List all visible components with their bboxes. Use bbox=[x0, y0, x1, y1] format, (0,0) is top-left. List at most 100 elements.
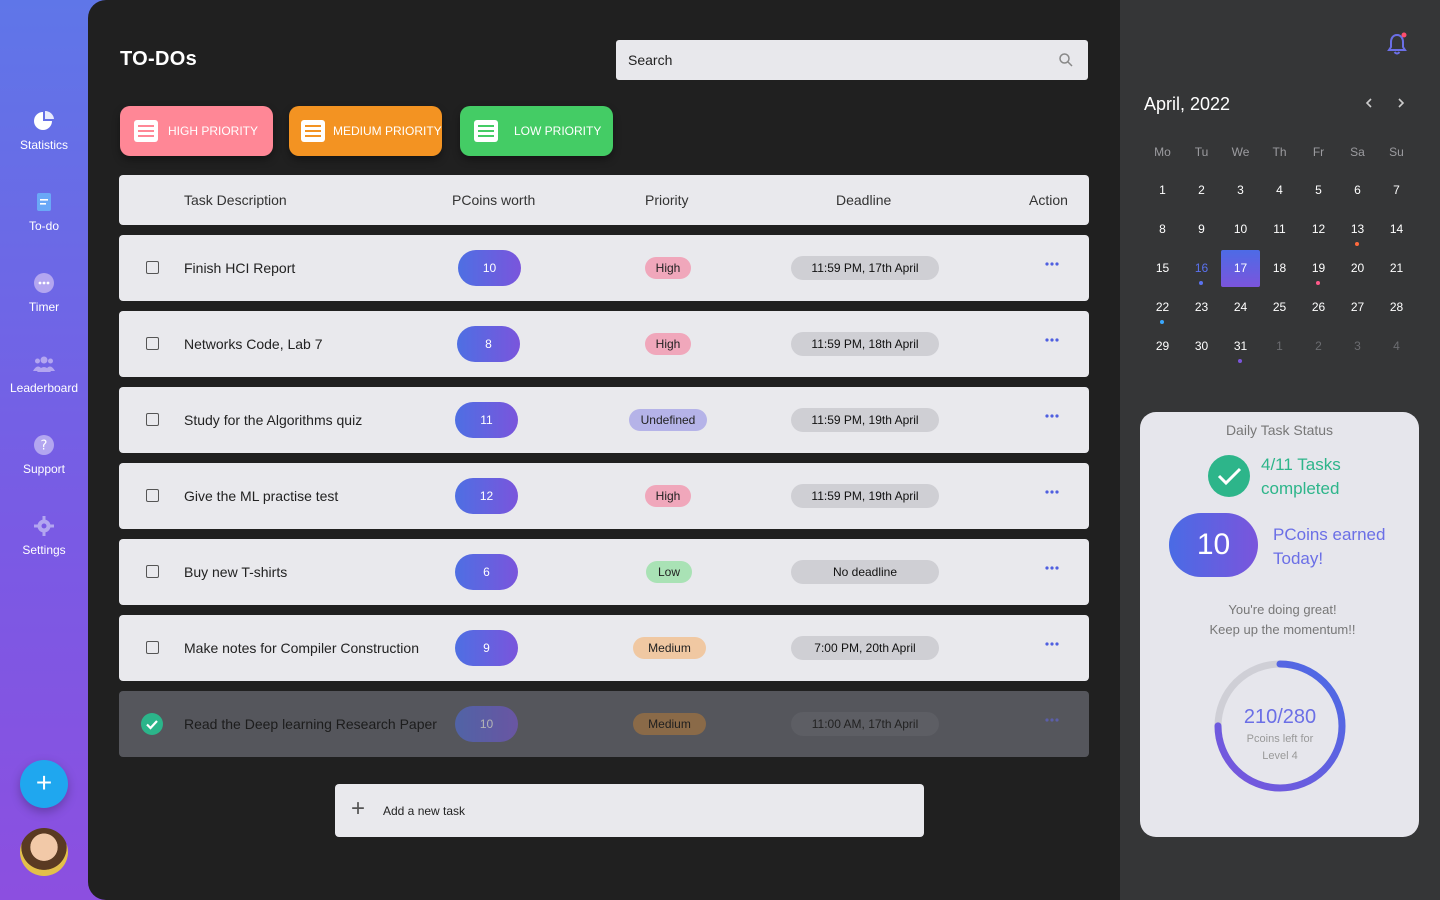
calendar-day[interactable]: 3 bbox=[1221, 172, 1260, 209]
list-icon bbox=[134, 120, 158, 142]
more-options-icon[interactable] bbox=[1045, 565, 1059, 571]
calendar-day[interactable]: 1 bbox=[1143, 172, 1182, 209]
task-checkbox[interactable] bbox=[146, 413, 159, 426]
priority-badge: Undefined bbox=[629, 409, 707, 431]
gear-icon bbox=[34, 516, 54, 536]
medium-priority-button[interactable]: MEDIUM PRIORITY bbox=[289, 106, 442, 156]
event-dot bbox=[1316, 281, 1320, 285]
check-icon bbox=[146, 720, 158, 730]
avatar[interactable] bbox=[20, 828, 68, 876]
sidebar-item-statistics[interactable]: Statistics bbox=[0, 110, 88, 152]
calendar-day[interactable]: 22 bbox=[1143, 289, 1182, 326]
search-input[interactable] bbox=[616, 40, 1036, 80]
chevron-right-icon[interactable] bbox=[1394, 96, 1408, 110]
table-header: Task Description PCoins worth Priority D… bbox=[119, 175, 1089, 225]
calendar-day[interactable]: 8 bbox=[1143, 211, 1182, 248]
search-icon[interactable] bbox=[1058, 52, 1074, 68]
weekday-label: Sa bbox=[1350, 145, 1365, 159]
calendar-day[interactable]: 10 bbox=[1221, 211, 1260, 248]
calendar-day[interactable]: 4 bbox=[1260, 172, 1299, 209]
task-description: Networks Code, Lab 7 bbox=[184, 336, 323, 352]
table-row: Buy new T-shirts 6 Low No deadline bbox=[119, 539, 1089, 605]
calendar-day[interactable]: 2 bbox=[1182, 172, 1221, 209]
column-header: Action bbox=[1029, 192, 1068, 208]
calendar-day[interactable]: 5 bbox=[1299, 172, 1338, 209]
more-options-icon[interactable] bbox=[1045, 717, 1059, 723]
more-options-icon[interactable] bbox=[1045, 641, 1059, 647]
deadline-badge: 11:00 AM, 17th April bbox=[791, 712, 939, 736]
calendar-day-other-month[interactable]: 2 bbox=[1299, 328, 1338, 365]
calendar-day-number: 22 bbox=[1155, 300, 1170, 314]
sidebar-item-label: Leaderboard bbox=[9, 381, 79, 395]
sidebar-item-leaderboard[interactable]: Leaderboard bbox=[0, 353, 88, 395]
calendar-day[interactable]: 18 bbox=[1260, 250, 1299, 287]
more-options-icon[interactable] bbox=[1045, 413, 1059, 419]
weekday-label: Th bbox=[1272, 145, 1287, 159]
pcoins-badge: 6 bbox=[455, 554, 518, 590]
more-options-icon[interactable] bbox=[1045, 337, 1059, 343]
calendar-day[interactable]: 31 bbox=[1221, 328, 1260, 365]
more-options-icon[interactable] bbox=[1045, 261, 1059, 267]
pcoins-badge: 9 bbox=[455, 630, 518, 666]
task-checkbox[interactable] bbox=[146, 261, 159, 274]
calendar-day[interactable]: 11 bbox=[1260, 211, 1299, 248]
coins-earned-badge: 10 bbox=[1169, 513, 1258, 577]
calendar-day[interactable]: 28 bbox=[1377, 289, 1416, 326]
calendar-day[interactable]: 25 bbox=[1260, 289, 1299, 326]
medium-priority-label: MEDIUM PRIORITY bbox=[333, 124, 442, 138]
task-checkbox[interactable] bbox=[146, 489, 159, 502]
calendar-day-other-month[interactable]: 4 bbox=[1377, 328, 1416, 365]
page-title: TO-DOs bbox=[120, 48, 197, 70]
sidebar-item-support[interactable]: ? Support bbox=[0, 434, 88, 476]
main-panel: TO-DOs HIGH PRIORITY MEDIUM PRIORITY LOW… bbox=[88, 0, 1120, 900]
more-options-icon[interactable] bbox=[1045, 489, 1059, 495]
task-checkbox[interactable] bbox=[146, 641, 159, 654]
add-fab-button[interactable]: + bbox=[20, 760, 68, 808]
task-checkbox[interactable] bbox=[146, 337, 159, 350]
calendar-day[interactable]: 29 bbox=[1143, 328, 1182, 365]
calendar-day[interactable]: 6 bbox=[1338, 172, 1377, 209]
column-header: Deadline bbox=[836, 192, 892, 208]
low-priority-button[interactable]: LOW PRIORITY bbox=[460, 106, 613, 156]
pcoins-badge: 11 bbox=[455, 402, 518, 438]
calendar-day[interactable]: 24 bbox=[1221, 289, 1260, 326]
calendar-day[interactable]: 23 bbox=[1182, 289, 1221, 326]
high-priority-button[interactable]: HIGH PRIORITY bbox=[120, 106, 273, 156]
search-box bbox=[616, 40, 1088, 80]
priority-badge: Medium bbox=[633, 713, 706, 735]
sidebar-item-timer[interactable]: Timer bbox=[0, 272, 88, 314]
calendar-day[interactable]: 30 bbox=[1182, 328, 1221, 365]
level-progress-value: 210/280 bbox=[1243, 706, 1317, 728]
calendar-day[interactable]: 13 bbox=[1338, 211, 1377, 248]
calendar-day[interactable]: 27 bbox=[1338, 289, 1377, 326]
calendar-day[interactable]: 12 bbox=[1299, 211, 1338, 248]
help-icon: ? bbox=[34, 435, 54, 455]
calendar-day[interactable]: 20 bbox=[1338, 250, 1377, 287]
coins-earned-label: PCoins earned Today! bbox=[1273, 525, 1386, 568]
calendar-day-selected[interactable]: 17 bbox=[1221, 250, 1260, 287]
calendar-day[interactable]: 26 bbox=[1299, 289, 1338, 326]
add-new-task-button[interactable]: + Add a new task bbox=[335, 784, 924, 837]
weekday-label: Fr bbox=[1312, 145, 1325, 159]
add-new-task-label: Add a new task bbox=[383, 804, 466, 818]
task-checkbox[interactable] bbox=[146, 565, 159, 578]
task-checkbox-checked[interactable] bbox=[141, 713, 163, 735]
calendar-day[interactable]: 7 bbox=[1377, 172, 1416, 209]
weekday-label: We bbox=[1231, 145, 1250, 159]
notification-bell-icon[interactable] bbox=[1386, 32, 1408, 56]
calendar-day[interactable]: 16 bbox=[1182, 250, 1221, 287]
chevron-left-icon[interactable] bbox=[1362, 96, 1376, 110]
sidebar-item-todo[interactable]: To-do bbox=[0, 191, 88, 233]
sidebar-item-label: Timer bbox=[28, 300, 60, 314]
calendar-day-other-month[interactable]: 1 bbox=[1260, 328, 1299, 365]
calendar-day[interactable]: 15 bbox=[1143, 250, 1182, 287]
calendar-day[interactable]: 19 bbox=[1299, 250, 1338, 287]
deadline-badge: 11:59 PM, 18th April bbox=[791, 332, 939, 356]
list-icon bbox=[301, 120, 325, 142]
sidebar-item-settings[interactable]: Settings bbox=[0, 515, 88, 557]
calendar-day-other-month[interactable]: 3 bbox=[1338, 328, 1377, 365]
pie-chart-icon bbox=[34, 110, 54, 130]
calendar-day[interactable]: 14 bbox=[1377, 211, 1416, 248]
calendar-day[interactable]: 9 bbox=[1182, 211, 1221, 248]
calendar-day[interactable]: 21 bbox=[1377, 250, 1416, 287]
